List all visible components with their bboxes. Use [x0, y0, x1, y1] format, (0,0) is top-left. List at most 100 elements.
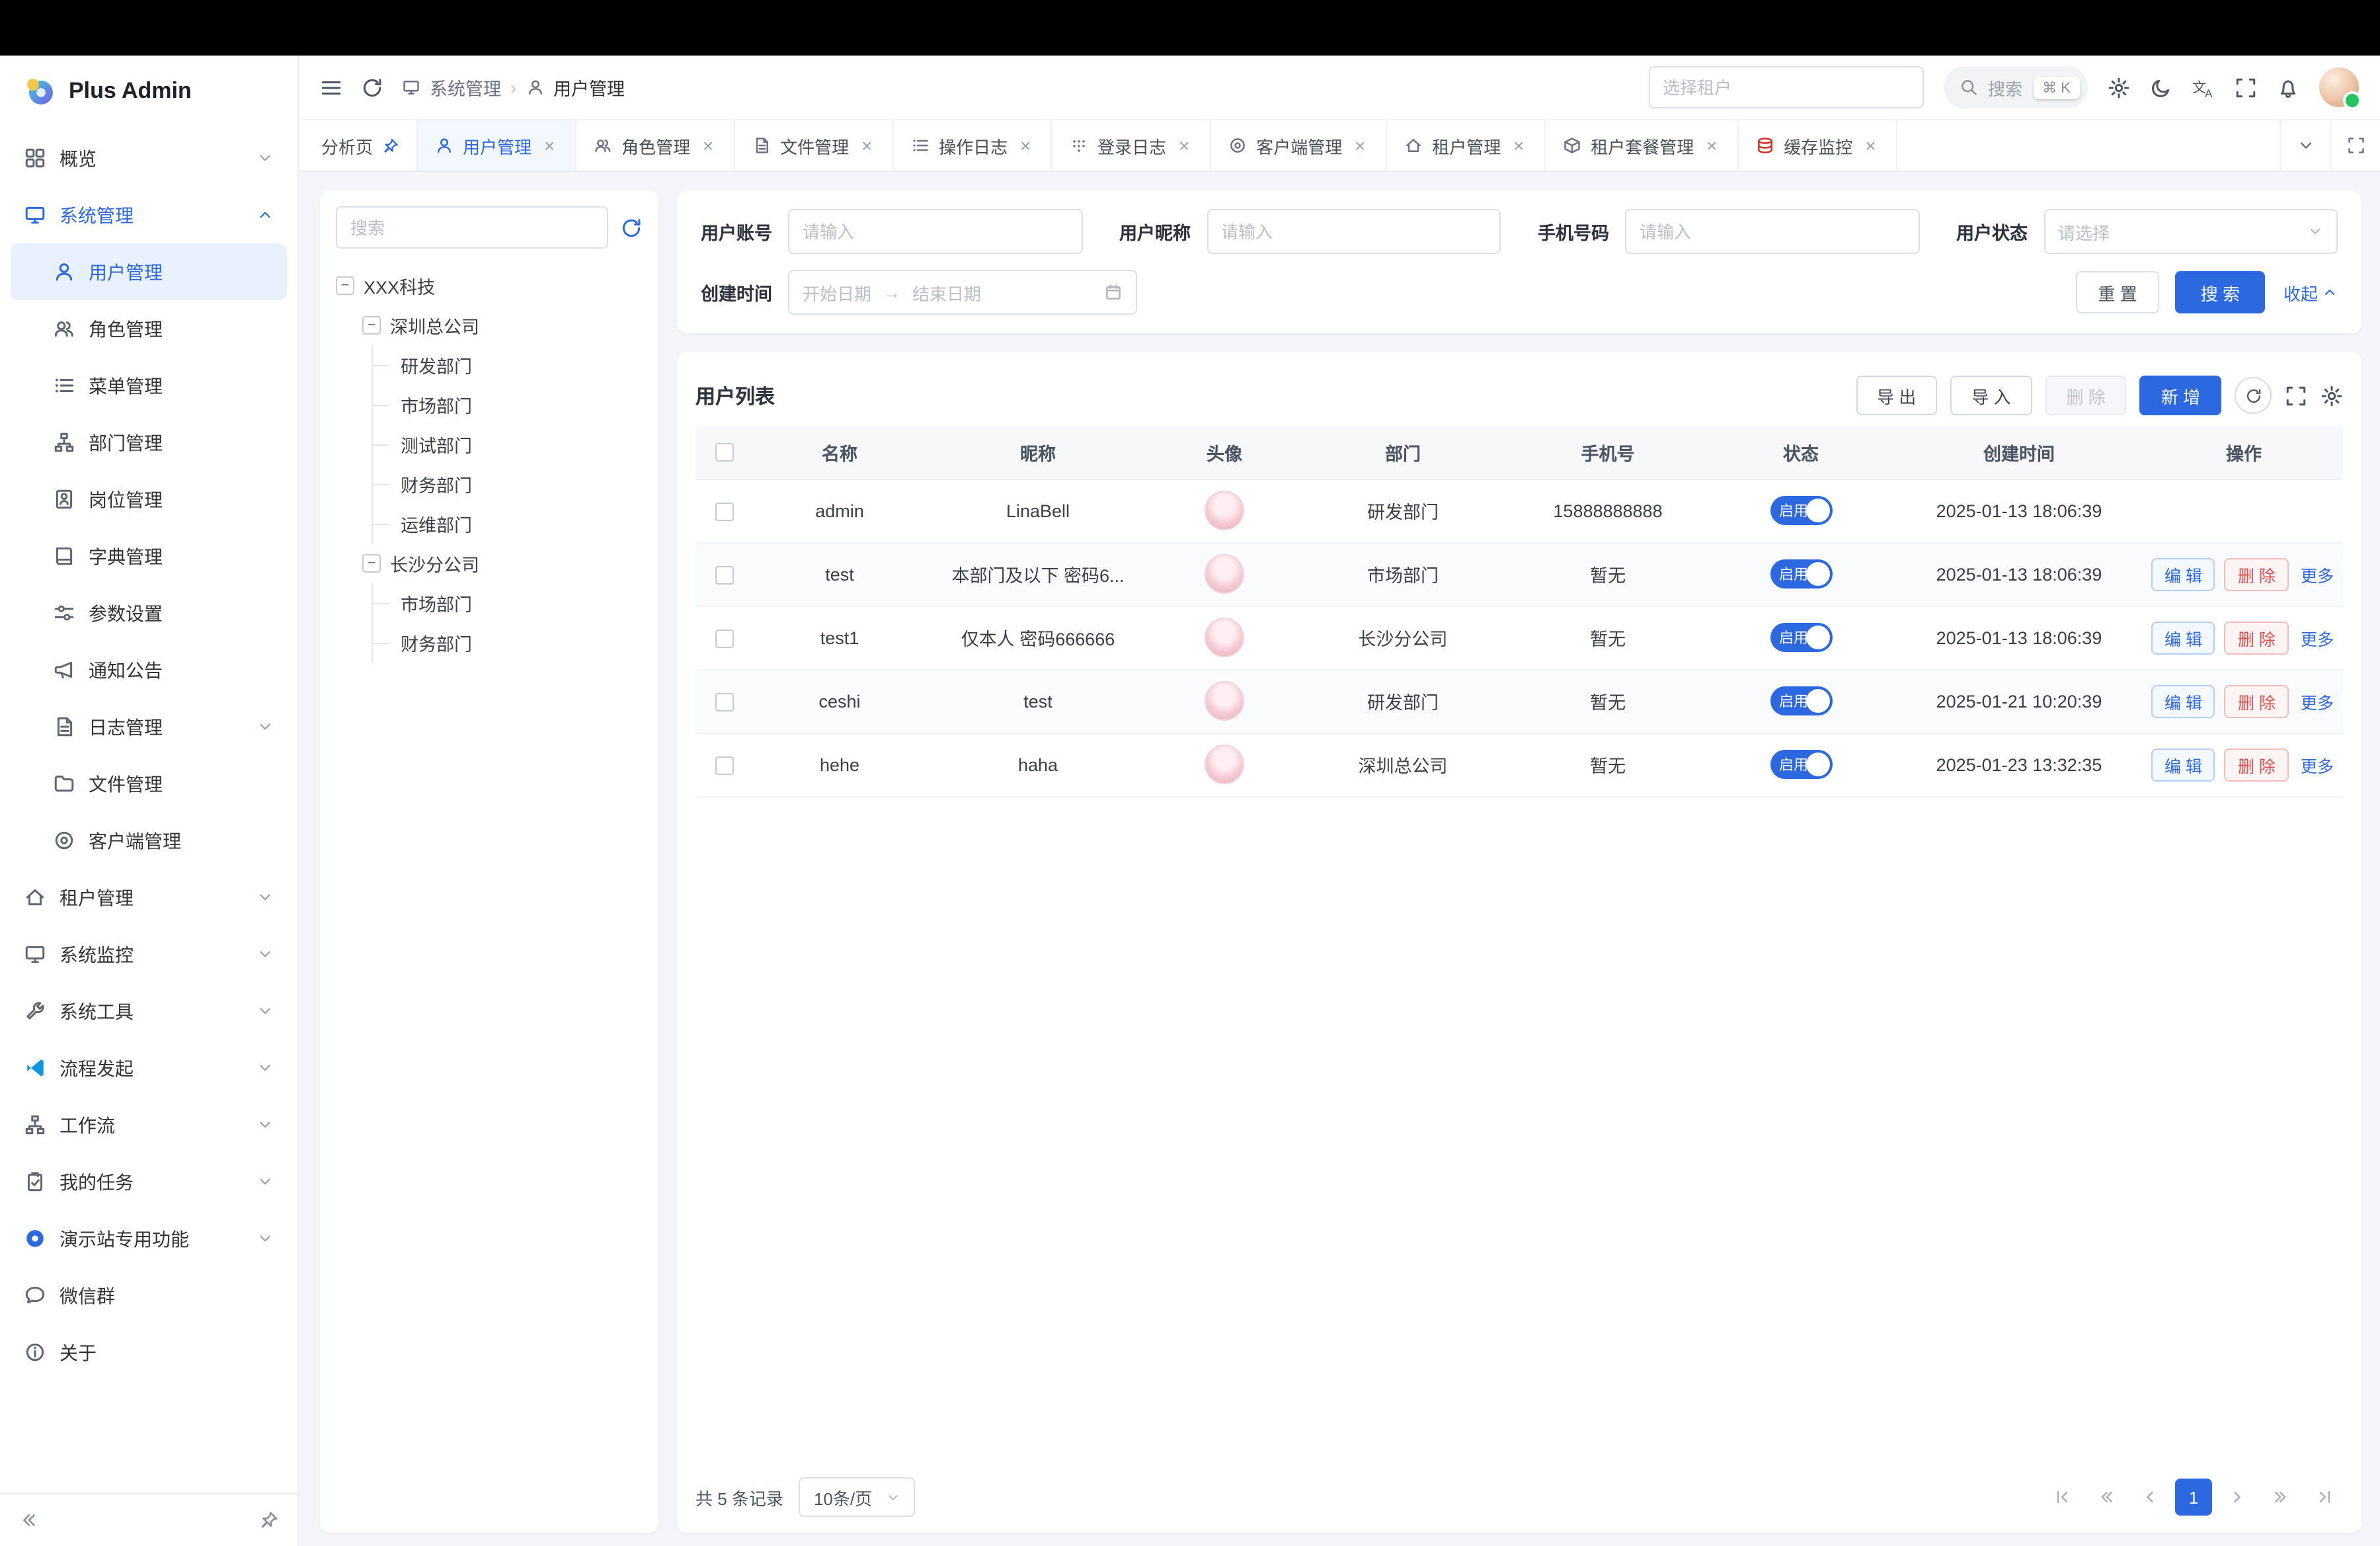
prev-page-button[interactable] — [2131, 1479, 2168, 1516]
table-refresh-button[interactable] — [2235, 377, 2272, 414]
row-checkbox[interactable] — [715, 565, 734, 584]
gear-icon[interactable] — [2108, 76, 2130, 99]
tab-list-dropdown-button[interactable] — [2280, 120, 2330, 171]
row-checkbox[interactable] — [715, 756, 734, 774]
tab-client-management[interactable]: 客户端管理× — [1211, 120, 1387, 171]
sidebar-item-file-management[interactable]: 文件管理 — [11, 755, 287, 812]
status-toggle[interactable]: 启用 — [1770, 623, 1832, 652]
delete-button[interactable]: 删 除 — [2045, 376, 2127, 415]
dark-mode-moon-icon[interactable] — [2150, 76, 2172, 99]
global-search-button[interactable]: 搜索 ⌘ K — [1943, 66, 2088, 108]
row-checkbox[interactable] — [715, 502, 734, 520]
import-button[interactable]: 导 入 — [1950, 376, 2032, 415]
sidebar-item-role-management[interactable]: 角色管理 — [11, 300, 287, 357]
close-icon[interactable]: × — [1510, 136, 1527, 155]
account-input[interactable] — [788, 209, 1082, 254]
collapse-sidebar-icon[interactable] — [19, 1510, 38, 1530]
sidebar-item-system-management[interactable]: 系统管理 — [11, 186, 287, 243]
phone-input[interactable] — [1625, 209, 1919, 254]
tree-search-input[interactable] — [336, 206, 608, 249]
delete-row-button[interactable]: 删 除 — [2225, 621, 2289, 654]
sidebar-item-system-tools[interactable]: 系统工具 — [11, 983, 287, 1039]
search-button[interactable]: 搜 索 — [2176, 271, 2265, 313]
status-toggle[interactable]: 启用 — [1770, 559, 1832, 589]
sidebar-item-overview[interactable]: 概览 — [11, 130, 287, 186]
more-button[interactable]: 更多 — [2298, 684, 2336, 717]
content-fullscreen-button[interactable] — [2330, 120, 2380, 171]
sidebar-item-dict-management[interactable]: 字典管理 — [11, 528, 287, 585]
close-icon[interactable]: × — [699, 136, 717, 155]
sidebar-item-workflow[interactable]: 工作流 — [11, 1096, 287, 1153]
nickname-input[interactable] — [1207, 209, 1501, 254]
reset-button[interactable]: 重 置 — [2075, 271, 2159, 313]
tree-node-shenzhen-hq[interactable]: −深圳总公司 — [362, 305, 643, 345]
bell-icon[interactable] — [2277, 76, 2299, 99]
close-icon[interactable]: × — [541, 136, 558, 155]
tree-node-market-dept-2[interactable]: 市场部门 — [373, 583, 643, 623]
tab-cache-monitor[interactable]: 缓存监控× — [1739, 120, 1897, 171]
sidebar-item-log-management[interactable]: 日志管理 — [11, 698, 287, 755]
collapse-expander-icon[interactable]: − — [362, 554, 381, 573]
page-number-1[interactable]: 1 — [2175, 1479, 2212, 1516]
close-icon[interactable]: × — [1703, 136, 1720, 155]
select-all-checkbox[interactable] — [715, 444, 734, 462]
page-size-select[interactable]: 10条/页 — [799, 1477, 914, 1517]
status-toggle[interactable]: 启用 — [1770, 686, 1832, 715]
tab-operation-log[interactable]: 操作日志× — [894, 120, 1052, 171]
more-button[interactable]: 更多 — [2298, 748, 2336, 781]
fullscreen-icon[interactable] — [2235, 76, 2257, 99]
sidebar-item-menu-management[interactable]: 菜单管理 — [11, 357, 287, 414]
add-button[interactable]: 新 增 — [2140, 376, 2221, 415]
edit-button[interactable]: 编 辑 — [2151, 684, 2215, 717]
hamburger-menu-icon[interactable] — [320, 76, 342, 99]
sidebar-item-client-management[interactable]: 客户端管理 — [11, 812, 287, 869]
tree-node-company[interactable]: −XXX科技 — [336, 266, 643, 305]
close-icon[interactable]: × — [1862, 136, 1879, 155]
collapse-expander-icon[interactable]: − — [362, 316, 381, 335]
next-jump-button[interactable] — [2262, 1479, 2299, 1516]
tree-node-finance-dept-2[interactable]: 财务部门 — [373, 623, 643, 663]
row-checkbox[interactable] — [715, 629, 734, 647]
sidebar-item-tenant-management[interactable]: 租户管理 — [11, 869, 287, 926]
tab-analysis[interactable]: 分析页 — [304, 120, 418, 171]
more-button[interactable]: 更多 — [2298, 557, 2336, 590]
tab-tenant-management[interactable]: 租户管理× — [1387, 120, 1546, 171]
close-icon[interactable]: × — [1175, 136, 1193, 155]
sidebar-item-post-management[interactable]: 岗位管理 — [11, 471, 287, 528]
sidebar-item-about[interactable]: 关于 — [11, 1324, 287, 1381]
next-page-button[interactable] — [2219, 1479, 2256, 1516]
status-toggle[interactable]: 启用 — [1770, 750, 1832, 779]
sidebar-item-notice[interactable]: 通知公告 — [11, 641, 287, 698]
breadcrumb-current[interactable]: 用户管理 — [553, 74, 625, 101]
more-button[interactable]: 更多 — [2298, 621, 2336, 654]
delete-row-button[interactable]: 删 除 — [2225, 557, 2289, 590]
sidebar-item-wechat-group[interactable]: 微信群 — [11, 1267, 287, 1324]
breadcrumb-root[interactable]: 系统管理 — [430, 74, 501, 101]
export-button[interactable]: 导 出 — [1856, 376, 1937, 415]
tree-node-market-dept[interactable]: 市场部门 — [373, 385, 643, 425]
sidebar-item-param-settings[interactable]: 参数设置 — [11, 585, 287, 641]
tree-node-changsha-branch[interactable]: −长沙分公司 — [362, 544, 643, 583]
tree-node-finance-dept[interactable]: 财务部门 — [373, 464, 643, 504]
edit-button[interactable]: 编 辑 — [2151, 748, 2215, 781]
collapse-expander-icon[interactable]: − — [336, 276, 354, 295]
tab-tenant-package-management[interactable]: 租户套餐管理× — [1546, 120, 1739, 171]
edit-button[interactable]: 编 辑 — [2151, 557, 2215, 590]
pin-icon[interactable] — [382, 137, 399, 154]
tree-refresh-icon[interactable] — [620, 216, 643, 239]
delete-row-button[interactable]: 删 除 — [2225, 684, 2289, 717]
tree-node-rd-dept[interactable]: 研发部门 — [373, 345, 643, 385]
delete-row-button[interactable]: 删 除 — [2225, 748, 2289, 781]
close-icon[interactable]: × — [1351, 136, 1368, 155]
sidebar-item-user-management[interactable]: 用户管理 — [11, 243, 287, 300]
sidebar-item-dept-management[interactable]: 部门管理 — [11, 414, 287, 471]
sidebar-item-process-start[interactable]: 流程发起 — [11, 1039, 287, 1096]
tab-user-management[interactable]: 用户管理× — [418, 120, 576, 171]
sidebar-item-my-tasks[interactable]: 我的任务 — [11, 1153, 287, 1210]
tree-node-test-dept[interactable]: 测试部门 — [373, 425, 643, 464]
sidebar-item-system-monitor[interactable]: 系统监控 — [11, 926, 287, 983]
close-icon[interactable]: × — [1017, 136, 1034, 155]
table-settings-icon[interactable] — [2320, 384, 2343, 407]
table-fullscreen-icon[interactable] — [2285, 384, 2307, 407]
tree-node-ops-dept[interactable]: 运维部门 — [373, 504, 643, 544]
